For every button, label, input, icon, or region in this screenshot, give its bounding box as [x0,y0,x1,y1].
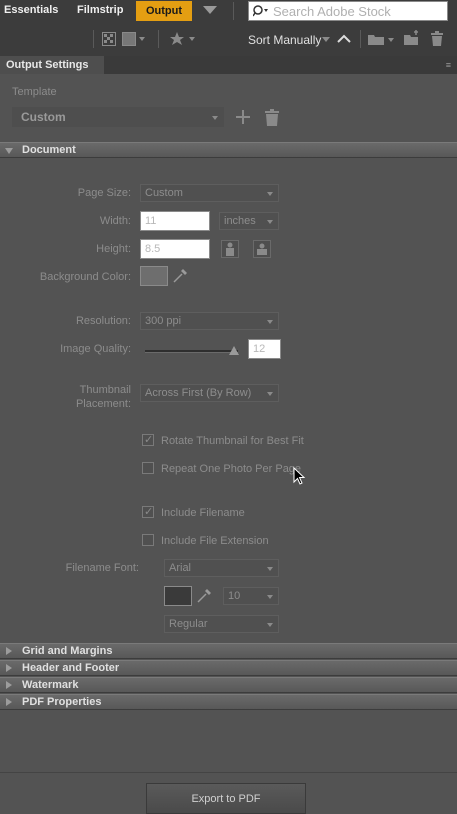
search-placeholder: Search Adobe Stock [273,4,391,19]
section-header-and-footer[interactable]: Header and Footer [0,660,457,676]
page-size-label: Page Size: [77,187,131,199]
section-watermark[interactable]: Watermark [0,677,457,693]
expand-triangle-icon [6,647,12,655]
section-document[interactable]: Document [0,142,457,158]
output-settings-tab[interactable]: Output Settings [0,56,104,74]
template-value: Custom [21,110,66,124]
star-rating-filter-icon[interactable] [170,31,200,47]
include-extension-checkbox[interactable] [142,534,154,546]
checker-grid-icon[interactable] [102,32,116,46]
section-header-and-footer-title: Header and Footer [22,662,120,674]
filename-font-select[interactable]: Arial [164,559,279,577]
height-label: Height: [96,243,131,255]
background-color-label: Background Color: [39,271,131,283]
page-size-select[interactable]: Custom [140,184,279,202]
width-input[interactable]: 11 [140,211,210,231]
thumbnail-placement-select[interactable]: Across First (By Row) [140,384,279,402]
footer-divider [0,772,457,773]
sort-direction-chevron-up-icon[interactable] [337,34,351,44]
divider [158,30,159,48]
filename-font-value: Arial [169,562,192,574]
chevron-down-icon [267,220,273,224]
expand-triangle-icon [6,681,12,689]
filename-font-label: Filename Font: [65,562,139,574]
image-quality-slider-thumb[interactable] [229,345,239,356]
chevron-down-icon [267,567,273,571]
new-folder-icon[interactable] [404,30,420,46]
height-input[interactable]: 8.5 [140,239,210,259]
font-size-value: 10 [228,590,241,602]
sort-dropdown[interactable]: Sort Manually [248,33,321,47]
search-input[interactable]: Search Adobe Stock [248,1,448,21]
page-size-value: Custom [145,187,183,199]
chevron-down-icon [267,392,273,396]
add-template-icon[interactable] [236,110,250,124]
image-quality-label: Image Quality: [60,343,131,355]
section-grid-and-margins[interactable]: Grid and Margins [0,643,457,659]
divider [360,30,361,48]
font-style-select[interactable]: Regular [164,615,279,633]
image-quality-slider-track[interactable] [145,350,238,353]
section-pdf-properties-title: PDF Properties [22,696,102,708]
template-select[interactable]: Custom [12,107,224,127]
tab-essentials[interactable]: Essentials [4,4,58,16]
trash-icon[interactable] [431,31,443,46]
section-watermark-title: Watermark [22,679,79,691]
repeat-photo-checkbox[interactable] [142,462,154,474]
divider [233,2,234,20]
rotate-thumbnail-label: Rotate Thumbnail for Best Fit [161,435,304,447]
resolution-label: Resolution: [75,315,131,327]
section-document-title: Document [22,144,76,156]
section-grid-and-margins-title: Grid and Margins [22,645,113,657]
export-to-pdf-button[interactable]: Export to PDF [146,783,306,814]
include-filename-label: Include Filename [161,507,245,519]
square-dropdown-icon[interactable] [122,32,148,46]
folder-dropdown-icon[interactable] [368,32,396,46]
section-pdf-properties[interactable]: PDF Properties [0,694,457,710]
repeat-photo-label: Repeat One Photo Per Page [161,463,302,475]
collapse-triangle-icon [5,148,13,154]
tab-filmstrip[interactable]: Filmstrip [77,4,123,16]
font-size-select[interactable]: 10 [223,587,279,605]
font-style-value: Regular [169,618,208,630]
include-filename-checkbox[interactable] [142,505,154,518]
panel-menu-icon[interactable]: ≡ [446,60,451,70]
resolution-value: 300 ppi [145,315,182,327]
mouse-pointer-icon [293,467,306,485]
sort-chevron-down-icon[interactable] [322,37,330,42]
chevron-down-icon [267,192,273,196]
font-eyedropper-icon[interactable] [196,588,212,604]
thumbnail-placement-value: Across First (By Row) [145,387,252,399]
panel-tab-bar: Output Settings ≡ [0,56,457,74]
width-label: Width: [99,215,131,227]
eyedropper-icon[interactable] [172,268,188,284]
units-value: inches [224,215,256,227]
image-quality-input[interactable]: 12 [248,339,281,359]
expand-triangle-icon [6,664,12,672]
include-extension-label: Include File Extension [161,535,269,547]
thumbnail-placement-label-line2: Placement: [75,398,131,410]
search-icon [253,5,268,17]
expand-triangle-icon [6,698,12,706]
chevron-down-icon [267,595,273,599]
delete-template-trash-icon[interactable] [265,109,279,126]
chevron-down-icon [267,320,273,324]
tab-output[interactable]: Output [136,1,192,21]
thumbnail-placement-label-line1: Thumbnail [79,384,131,396]
portrait-orientation-icon[interactable] [221,240,239,258]
resolution-select[interactable]: 300 ppi [140,312,279,330]
font-color-swatch[interactable] [164,586,192,606]
units-select[interactable]: inches [219,212,279,230]
workspace-menu-chevron-icon[interactable] [203,6,217,14]
divider [93,30,94,48]
chevron-down-icon [212,116,218,120]
chevron-down-icon [267,623,273,627]
background-color-swatch[interactable] [140,266,168,286]
landscape-orientation-icon[interactable] [253,240,271,258]
top-toolbar: Essentials Filmstrip Output Search Adobe… [0,0,457,56]
template-label: Template [12,86,57,98]
rotate-thumbnail-checkbox[interactable] [142,433,154,446]
